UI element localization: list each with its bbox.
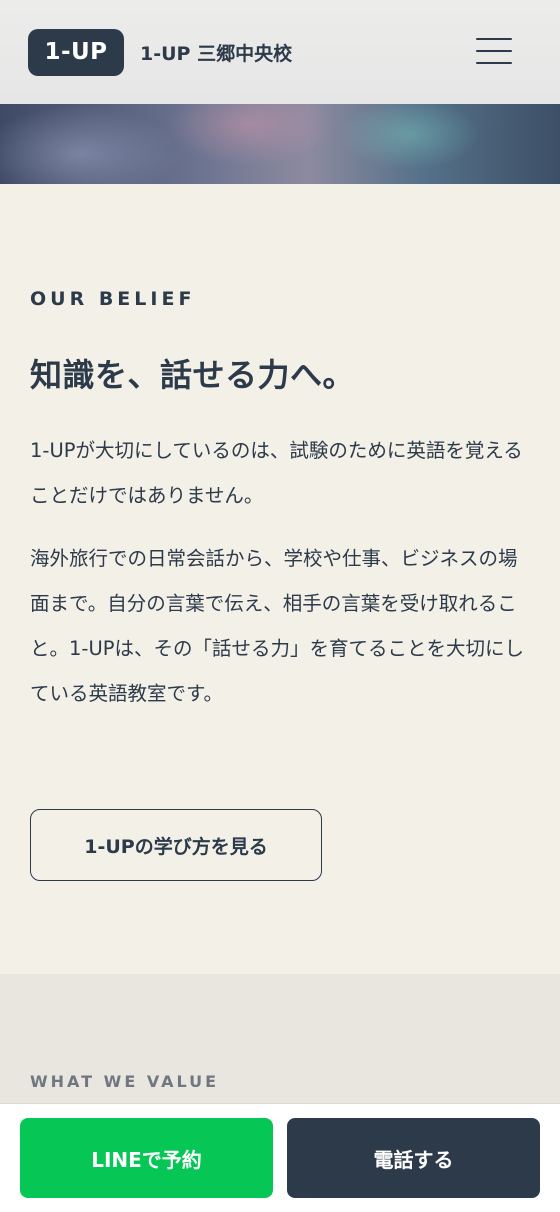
line-reserve-button[interactable]: LINEで予約: [20, 1118, 273, 1198]
phone-call-button[interactable]: 電話する: [287, 1118, 540, 1198]
values-eyebrow: WHAT WE VALUE: [30, 1072, 220, 1091]
hamburger-menu-icon[interactable]: [476, 38, 512, 64]
learn-method-button[interactable]: 1-UPの学び方を見る: [30, 809, 322, 881]
site-header: 1-UP 1-UP 三郷中央校: [0, 0, 560, 104]
belief-paragraph-2: 海外旅行での日常会話から、学校や仕事、ビジネスの場面まで。自分の言葉で伝え、相手…: [30, 547, 524, 705]
site-name[interactable]: 1-UP 三郷中央校: [140, 39, 292, 66]
belief-paragraph-1: 1-UPが大切にしているのは、試験のために英語を覚えることだけではありません。: [30, 439, 523, 507]
section-eyebrow: OUR BELIEF: [30, 288, 196, 310]
sticky-action-bar: LINEで予約 電話する: [0, 1103, 560, 1212]
belief-section: OUR BELIEF 知識を、話せる力へ。 1-UPが大切にしているのは、試験の…: [0, 184, 560, 974]
logo[interactable]: 1-UP: [28, 28, 124, 76]
section-headline: 知識を、話せる力へ。: [30, 356, 356, 394]
hero-image: [0, 104, 560, 184]
